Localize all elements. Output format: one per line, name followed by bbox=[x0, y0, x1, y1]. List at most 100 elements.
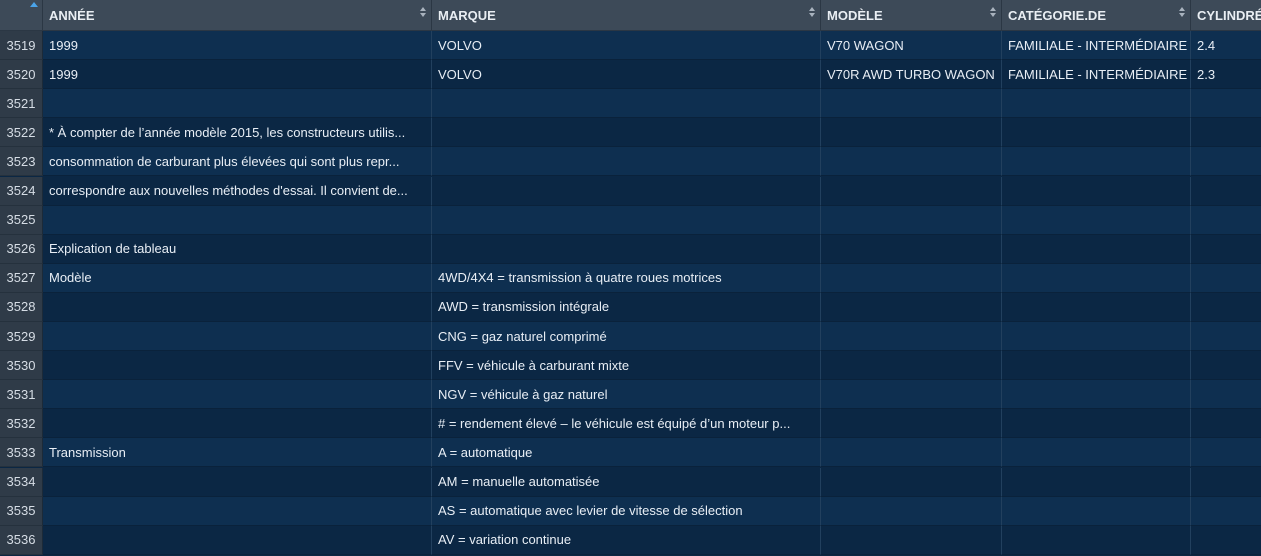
cell-categorie[interactable] bbox=[1002, 409, 1191, 439]
cell-categorie[interactable]: FAMILIALE - INTERMÉDIAIRE bbox=[1002, 31, 1191, 60]
cell-cylindree[interactable] bbox=[1191, 177, 1261, 206]
column-header-categorie[interactable]: CATÉGORIE.DE bbox=[1002, 0, 1191, 31]
cell-modele[interactable] bbox=[821, 496, 1002, 526]
cell-categorie[interactable] bbox=[1002, 118, 1191, 148]
cell-categorie[interactable] bbox=[1002, 234, 1191, 264]
cell-annee[interactable] bbox=[43, 380, 432, 410]
cell-marque[interactable] bbox=[432, 176, 821, 206]
cell-modele[interactable] bbox=[821, 89, 1002, 119]
cell-modele[interactable] bbox=[821, 263, 1002, 293]
cell-annee[interactable]: 1999 bbox=[43, 31, 432, 60]
cell-cylindree[interactable] bbox=[1191, 89, 1261, 119]
cell-annee[interactable]: Explication de tableau bbox=[43, 234, 432, 264]
cell-cylindree[interactable] bbox=[1191, 206, 1261, 235]
cell-marque[interactable]: NGV = véhicule à gaz naturel bbox=[432, 380, 821, 410]
cell-modele[interactable] bbox=[821, 351, 1002, 381]
cell-marque[interactable]: AM = manuelle automatisée bbox=[432, 467, 821, 497]
cell-marque[interactable] bbox=[432, 89, 821, 119]
cell-modele[interactable] bbox=[821, 409, 1002, 439]
cell-categorie[interactable] bbox=[1002, 205, 1191, 235]
sort-icon[interactable] bbox=[990, 7, 996, 21]
cell-cylindree[interactable] bbox=[1191, 409, 1261, 439]
sort-icon[interactable] bbox=[420, 7, 426, 21]
cell-categorie[interactable] bbox=[1002, 467, 1191, 497]
cell-cylindree[interactable] bbox=[1191, 380, 1261, 410]
cell-annee[interactable]: * À compter de l’année modèle 2015, les … bbox=[43, 118, 432, 148]
cell-marque[interactable] bbox=[432, 118, 821, 148]
cell-annee[interactable] bbox=[43, 525, 432, 555]
cell-categorie[interactable] bbox=[1002, 263, 1191, 293]
cell-categorie[interactable] bbox=[1002, 147, 1191, 177]
cell-modele[interactable] bbox=[821, 118, 1002, 148]
cell-marque[interactable]: AWD = transmission intégrale bbox=[432, 292, 821, 322]
cell-marque[interactable] bbox=[432, 147, 821, 177]
cell-annee[interactable]: correspondre aux nouvelles méthodes d'es… bbox=[43, 176, 432, 206]
cell-cylindree[interactable] bbox=[1191, 118, 1261, 148]
cell-annee[interactable] bbox=[43, 205, 432, 235]
cell-categorie[interactable] bbox=[1002, 176, 1191, 206]
cell-marque[interactable]: A = automatique bbox=[432, 438, 821, 468]
cell-cylindree[interactable] bbox=[1191, 351, 1261, 381]
cell-categorie[interactable] bbox=[1002, 322, 1191, 351]
cell-marque[interactable]: AV = variation continue bbox=[432, 525, 821, 555]
cell-modele[interactable] bbox=[821, 322, 1002, 351]
cell-cylindree[interactable]: 2.4 bbox=[1191, 31, 1261, 60]
row-index-header[interactable] bbox=[0, 0, 43, 31]
cell-cylindree[interactable] bbox=[1191, 264, 1261, 293]
cell-modele[interactable] bbox=[821, 438, 1002, 468]
cell-categorie[interactable] bbox=[1002, 351, 1191, 381]
cell-marque[interactable] bbox=[432, 234, 821, 264]
cell-annee[interactable] bbox=[43, 89, 432, 119]
cell-annee[interactable]: Transmission bbox=[43, 438, 432, 468]
cell-annee[interactable]: consommation de carburant plus élevées q… bbox=[43, 147, 432, 177]
cell-categorie[interactable] bbox=[1002, 496, 1191, 526]
cell-cylindree[interactable] bbox=[1191, 147, 1261, 177]
cell-cylindree[interactable] bbox=[1191, 526, 1261, 555]
cell-cylindree[interactable] bbox=[1191, 438, 1261, 468]
cell-modele[interactable] bbox=[821, 467, 1002, 497]
column-header-annee[interactable]: ANNÉE bbox=[43, 0, 432, 31]
cell-marque[interactable]: 4WD/4X4 = transmission à quatre roues mo… bbox=[432, 263, 821, 293]
cell-categorie[interactable] bbox=[1002, 438, 1191, 468]
cell-categorie[interactable] bbox=[1002, 89, 1191, 119]
cell-marque[interactable]: # = rendement élevé – le véhicule est éq… bbox=[432, 409, 821, 439]
cell-modele[interactable]: V70R AWD TURBO WAGON bbox=[821, 60, 1002, 90]
cell-annee[interactable]: 1999 bbox=[43, 60, 432, 90]
cell-marque[interactable] bbox=[432, 205, 821, 235]
cell-categorie[interactable]: FAMILIALE - INTERMÉDIAIRE bbox=[1002, 60, 1191, 90]
cell-cylindree[interactable] bbox=[1191, 497, 1261, 526]
cell-annee[interactable] bbox=[43, 351, 432, 381]
sort-icon[interactable] bbox=[809, 7, 815, 21]
column-header-marque[interactable]: MARQUE bbox=[432, 0, 821, 31]
cell-marque[interactable]: CNG = gaz naturel comprimé bbox=[432, 322, 821, 351]
cell-annee[interactable]: Modèle bbox=[43, 263, 432, 293]
cell-marque[interactable]: VOLVO bbox=[432, 31, 821, 60]
cell-marque[interactable]: AS = automatique avec levier de vitesse … bbox=[432, 496, 821, 526]
cell-modele[interactable] bbox=[821, 147, 1002, 177]
cell-marque[interactable]: FFV = véhicule à carburant mixte bbox=[432, 351, 821, 381]
cell-modele[interactable] bbox=[821, 205, 1002, 235]
cell-annee[interactable] bbox=[43, 496, 432, 526]
cell-cylindree[interactable]: 2.3 bbox=[1191, 60, 1261, 90]
cell-annee[interactable] bbox=[43, 292, 432, 322]
cell-modele[interactable]: V70 WAGON bbox=[821, 31, 1002, 60]
cell-categorie[interactable] bbox=[1002, 525, 1191, 555]
cell-annee[interactable] bbox=[43, 322, 432, 351]
cell-cylindree[interactable] bbox=[1191, 322, 1261, 351]
cell-annee[interactable] bbox=[43, 467, 432, 497]
cell-marque[interactable]: VOLVO bbox=[432, 60, 821, 90]
cell-cylindree[interactable] bbox=[1191, 235, 1261, 264]
cell-modele[interactable] bbox=[821, 234, 1002, 264]
cell-modele[interactable] bbox=[821, 380, 1002, 410]
cell-categorie[interactable] bbox=[1002, 380, 1191, 410]
cell-cylindree[interactable] bbox=[1191, 468, 1261, 497]
cell-modele[interactable] bbox=[821, 176, 1002, 206]
cell-cylindree[interactable] bbox=[1191, 293, 1261, 322]
cell-annee[interactable] bbox=[43, 409, 432, 439]
cell-categorie[interactable] bbox=[1002, 292, 1191, 322]
cell-modele[interactable] bbox=[821, 525, 1002, 555]
column-header-modele[interactable]: MODÈLE bbox=[821, 0, 1002, 31]
column-header-cylindree[interactable]: CYLINDRÉE bbox=[1191, 0, 1261, 31]
sort-icon[interactable] bbox=[1179, 7, 1185, 21]
cell-modele[interactable] bbox=[821, 292, 1002, 322]
